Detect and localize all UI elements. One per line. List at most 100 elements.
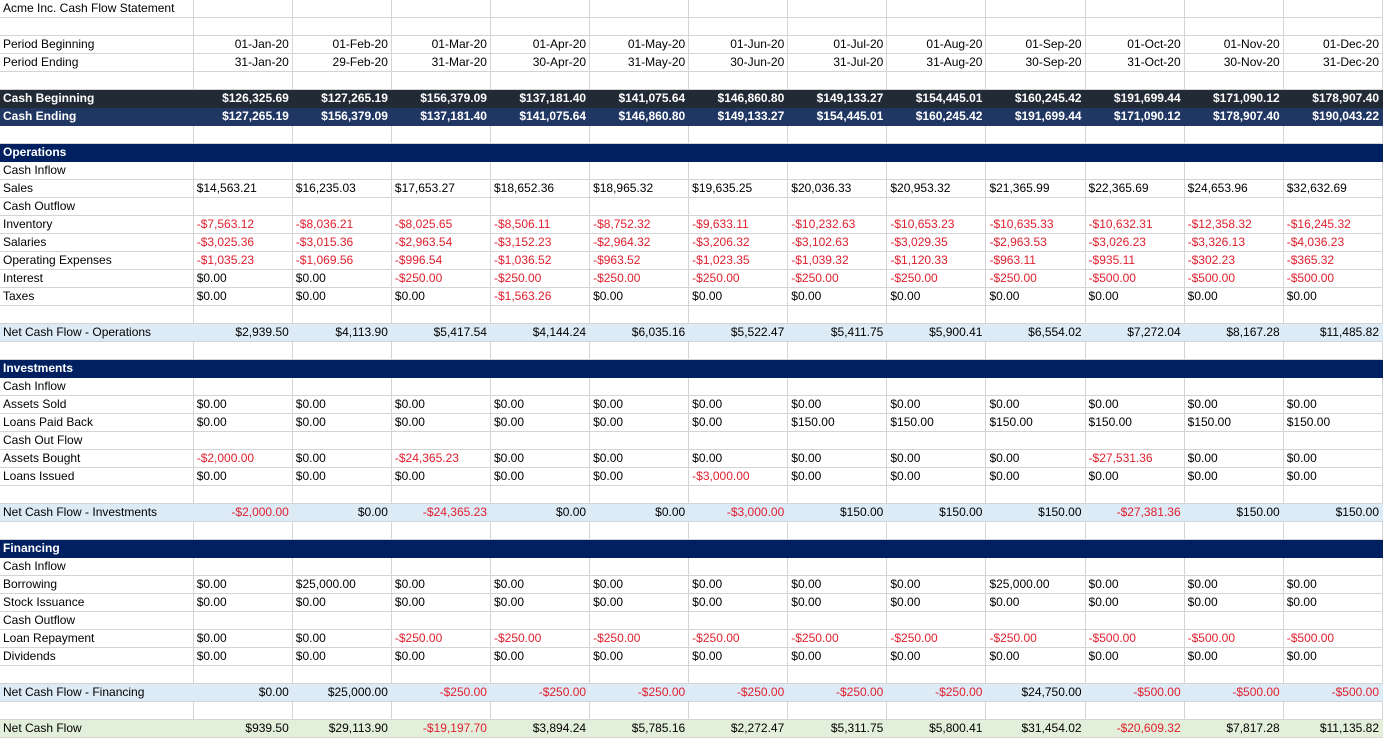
value-cell[interactable]: $0.00 <box>589 287 690 306</box>
value-cell[interactable] <box>1283 485 1384 504</box>
value-cell[interactable] <box>589 557 690 576</box>
value-cell[interactable]: $0.00 <box>1283 593 1384 612</box>
value-cell[interactable] <box>787 431 888 450</box>
value-cell[interactable]: $0.00 <box>985 395 1086 414</box>
row-label[interactable]: Sales <box>0 179 194 198</box>
value-cell[interactable] <box>1184 377 1284 396</box>
value-cell[interactable] <box>490 539 591 558</box>
value-cell[interactable] <box>1085 701 1185 720</box>
value-cell[interactable]: $5,900.41 <box>886 323 987 342</box>
value-cell[interactable]: $11,485.82 <box>1283 323 1384 342</box>
value-cell[interactable] <box>886 485 987 504</box>
value-cell[interactable]: -$250.00 <box>985 629 1086 648</box>
value-cell[interactable] <box>985 197 1086 216</box>
value-cell[interactable]: 31-Jul-20 <box>787 53 888 72</box>
value-cell[interactable] <box>589 305 690 324</box>
value-cell[interactable] <box>1283 125 1384 144</box>
value-cell[interactable] <box>787 485 888 504</box>
value-cell[interactable] <box>193 521 293 540</box>
value-cell[interactable] <box>886 539 987 558</box>
value-cell[interactable]: -$963.52 <box>589 251 690 270</box>
value-cell[interactable]: -$250.00 <box>886 683 987 702</box>
value-cell[interactable]: $4,113.90 <box>292 323 392 342</box>
value-cell[interactable] <box>688 485 789 504</box>
value-cell[interactable]: $0.00 <box>193 593 293 612</box>
row-label[interactable]: Net Cash Flow - Investments <box>0 503 194 522</box>
value-cell[interactable]: $146,860.80 <box>589 107 690 126</box>
group-label[interactable]: Cash Inflow <box>0 377 194 396</box>
value-cell[interactable]: $0.00 <box>787 467 888 486</box>
value-cell[interactable] <box>985 0 1086 18</box>
value-cell[interactable]: -$935.11 <box>1085 251 1185 270</box>
value-cell[interactable]: -$1,120.33 <box>886 251 987 270</box>
value-cell[interactable] <box>985 143 1086 162</box>
value-cell[interactable] <box>1283 305 1384 324</box>
value-cell[interactable] <box>490 143 591 162</box>
value-cell[interactable] <box>193 71 293 90</box>
value-cell[interactable]: $0.00 <box>391 593 491 612</box>
row-label[interactable]: Loan Repayment <box>0 629 194 648</box>
value-cell[interactable] <box>292 539 392 558</box>
value-cell[interactable]: 31-Jan-20 <box>193 53 293 72</box>
value-cell[interactable]: $0.00 <box>490 593 591 612</box>
value-cell[interactable]: 01-Jul-20 <box>787 35 888 54</box>
value-cell[interactable]: -$500.00 <box>1085 629 1185 648</box>
value-cell[interactable]: 01-Feb-20 <box>292 35 392 54</box>
value-cell[interactable] <box>490 521 591 540</box>
value-cell[interactable]: $0.00 <box>391 287 491 306</box>
value-cell[interactable]: $0.00 <box>985 449 1086 468</box>
value-cell[interactable]: $178,907.40 <box>1283 89 1384 108</box>
value-cell[interactable] <box>787 305 888 324</box>
value-cell[interactable]: $0.00 <box>490 413 591 432</box>
value-cell[interactable]: -$16,245.32 <box>1283 215 1384 234</box>
value-cell[interactable]: -$963.11 <box>985 251 1086 270</box>
value-cell[interactable]: $0.00 <box>1085 647 1185 666</box>
value-cell[interactable] <box>985 611 1086 630</box>
value-cell[interactable] <box>193 197 293 216</box>
value-cell[interactable]: $137,181.40 <box>391 107 491 126</box>
value-cell[interactable]: $0.00 <box>1184 575 1284 594</box>
value-cell[interactable]: $0.00 <box>490 449 591 468</box>
value-cell[interactable]: $0.00 <box>985 647 1086 666</box>
value-cell[interactable]: $0.00 <box>1184 395 1284 414</box>
row-label[interactable]: Stock Issuance <box>0 593 194 612</box>
value-cell[interactable]: -$27,381.36 <box>1085 503 1185 522</box>
value-cell[interactable]: -$3,102.63 <box>787 233 888 252</box>
value-cell[interactable]: -$3,015.36 <box>292 233 392 252</box>
value-cell[interactable] <box>1085 431 1185 450</box>
value-cell[interactable] <box>193 125 293 144</box>
value-cell[interactable]: -$24,365.23 <box>391 449 491 468</box>
value-cell[interactable]: $0.00 <box>292 629 392 648</box>
value-cell[interactable]: $0.00 <box>787 287 888 306</box>
row-label[interactable]: Loans Paid Back <box>0 413 194 432</box>
value-cell[interactable]: $0.00 <box>490 647 591 666</box>
value-cell[interactable]: $32,632.69 <box>1283 179 1384 198</box>
value-cell[interactable] <box>292 71 392 90</box>
value-cell[interactable]: $178,907.40 <box>1184 107 1284 126</box>
value-cell[interactable] <box>490 71 591 90</box>
value-cell[interactable] <box>886 125 987 144</box>
value-cell[interactable]: $141,075.64 <box>490 107 591 126</box>
value-cell[interactable]: $0.00 <box>787 449 888 468</box>
value-cell[interactable]: $21,365.99 <box>985 179 1086 198</box>
value-cell[interactable] <box>292 521 392 540</box>
value-cell[interactable] <box>391 341 491 360</box>
value-cell[interactable] <box>1085 143 1185 162</box>
value-cell[interactable]: -$250.00 <box>490 683 591 702</box>
value-cell[interactable] <box>391 161 491 180</box>
value-cell[interactable]: $154,445.01 <box>886 89 987 108</box>
value-cell[interactable] <box>292 611 392 630</box>
value-cell[interactable] <box>490 377 591 396</box>
value-cell[interactable] <box>1184 485 1284 504</box>
value-cell[interactable]: $0.00 <box>1085 467 1185 486</box>
value-cell[interactable] <box>1283 0 1384 18</box>
value-cell[interactable] <box>985 17 1086 36</box>
value-cell[interactable] <box>985 557 1086 576</box>
value-cell[interactable]: -$250.00 <box>589 269 690 288</box>
value-cell[interactable]: $150.00 <box>1184 503 1284 522</box>
value-cell[interactable] <box>688 17 789 36</box>
value-cell[interactable] <box>787 701 888 720</box>
value-cell[interactable] <box>1283 359 1384 378</box>
value-cell[interactable] <box>1283 539 1384 558</box>
value-cell[interactable]: $6,554.02 <box>985 323 1086 342</box>
